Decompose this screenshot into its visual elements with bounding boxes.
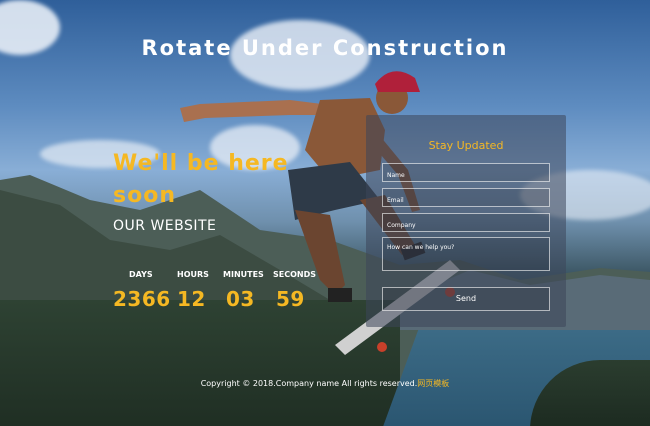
countdown-value: 03 [226, 287, 255, 311]
countdown-hours: HOURS 12 [177, 270, 209, 311]
page-title: Rotate Under Construction [141, 36, 509, 60]
countdown-label: MINUTES [223, 270, 264, 279]
copyright-text: Copyright © 2018.Company name All rights… [200, 379, 418, 388]
company-field[interactable] [382, 213, 550, 232]
countdown-minutes: MINUTES 03 [223, 270, 264, 311]
countdown-label: SECONDS [273, 270, 316, 279]
footer: Copyright © 2018.Company name All rights… [0, 378, 650, 389]
message-field[interactable] [382, 237, 550, 271]
countdown-label: HOURS [177, 270, 209, 279]
footer-link[interactable]: 网页模板 [417, 379, 449, 388]
background-page: Rotate Under Construction We'll be here … [0, 0, 650, 426]
hero-headline: We'll be here soon [113, 151, 289, 208]
subscribe-form: Stay Updated Send [366, 115, 566, 327]
name-field[interactable] [382, 163, 550, 182]
email-field[interactable] [382, 188, 550, 207]
countdown-value: 59 [276, 287, 305, 311]
countdown-days: DAYS 2366 [113, 270, 171, 311]
countdown-label: DAYS [129, 270, 153, 279]
countdown-seconds: SECONDS 59 [273, 270, 316, 311]
form-title: Stay Updated [428, 139, 504, 152]
send-button[interactable]: Send [382, 287, 550, 311]
countdown-value: 2366 [113, 287, 171, 311]
countdown-value: 12 [177, 287, 206, 311]
hero-subtitle: OUR WEBSITE [113, 218, 217, 234]
